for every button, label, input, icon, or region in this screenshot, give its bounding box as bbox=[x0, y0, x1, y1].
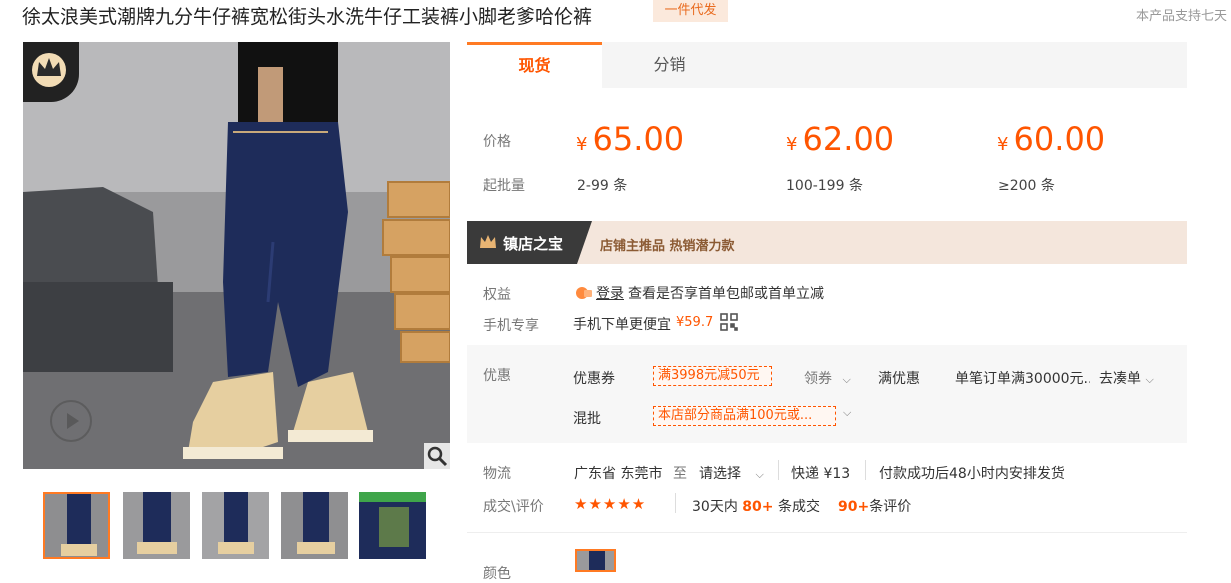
shop-treasure-title: 镇店之宝 bbox=[503, 235, 564, 253]
get-coupon-button[interactable]: 领券 ⌵ bbox=[804, 368, 851, 388]
color-label: 颜色 bbox=[483, 566, 511, 582]
coupon-label: 优惠券 bbox=[573, 371, 615, 387]
thumbnail-3[interactable] bbox=[202, 492, 269, 559]
destination-select[interactable]: 请选择 ⌵ bbox=[699, 463, 764, 483]
price-tier-1: ¥ 65.00 bbox=[576, 120, 684, 158]
deal-number: 80+ bbox=[742, 499, 774, 515]
product-title: 徐太浪美式潮牌九分牛仔裤宽松街头水洗牛仔工装裤小脚老爹哈伦裤 bbox=[22, 6, 593, 28]
color-option-swatch[interactable] bbox=[575, 549, 616, 572]
mixed-batch-tag[interactable]: 本店部分商品满100元或... bbox=[653, 406, 836, 426]
to-label: 至 bbox=[673, 466, 687, 482]
deal-period: 30天内 bbox=[692, 499, 738, 515]
shipping-note: 付款成功后48小时内安排发货 bbox=[879, 466, 1065, 482]
thumbnail-2[interactable] bbox=[123, 492, 190, 559]
deals-label: 成交\评价 bbox=[483, 499, 544, 515]
thumbnail-5[interactable] bbox=[359, 492, 426, 559]
video-play-icon[interactable] bbox=[50, 400, 92, 442]
thumbnail-1[interactable] bbox=[43, 492, 110, 559]
go-bundle-label: 去凑单 bbox=[1099, 371, 1141, 387]
brand-crown-badge bbox=[23, 42, 79, 102]
destination-select-label: 请选择 bbox=[699, 466, 741, 482]
price-tier-3: ¥ 60.00 bbox=[997, 120, 1105, 158]
origin-location: 广东省 东莞市 bbox=[574, 466, 663, 482]
qrcode-icon[interactable] bbox=[720, 313, 738, 335]
benefits-text: 查看是否享首单包邮或首单立减 bbox=[628, 286, 824, 302]
mixed-batch-label: 混批 bbox=[573, 411, 601, 427]
price-label: 价格 bbox=[483, 134, 511, 150]
review-unit: 条评价 bbox=[869, 499, 912, 515]
support-note: 本产品支持七天 bbox=[1136, 9, 1228, 24]
tab-distribution[interactable]: 分销 bbox=[602, 42, 737, 88]
price-tier-2: ¥ 62.00 bbox=[786, 120, 894, 158]
thumbnail-4[interactable] bbox=[281, 492, 348, 559]
full-discount-label: 满优惠 bbox=[878, 371, 920, 387]
login-link[interactable]: 登录 bbox=[596, 283, 624, 303]
discount-label: 优惠 bbox=[483, 368, 511, 384]
benefits-label: 权益 bbox=[483, 287, 511, 303]
section-divider bbox=[467, 532, 1187, 533]
chevron-down-icon[interactable]: ⌵ bbox=[843, 406, 851, 420]
discount-section bbox=[467, 345, 1187, 443]
express-fee: 快递 ¥13 bbox=[791, 466, 851, 482]
moq-range-1: 2-99 条 bbox=[577, 178, 628, 194]
divider bbox=[778, 460, 779, 480]
get-coupon-label: 领券 bbox=[804, 371, 832, 387]
go-bundle-link[interactable]: 去凑单 ⌵ bbox=[1099, 368, 1154, 388]
deal-count: 30天内 80+ 条成交 bbox=[692, 496, 820, 516]
deal-unit: 条成交 bbox=[777, 499, 820, 515]
login-icon bbox=[575, 285, 593, 305]
currency-symbol: ¥ bbox=[576, 134, 588, 155]
mobile-exclusive-text: 手机下单更便宜 bbox=[573, 317, 671, 333]
divider bbox=[675, 493, 676, 513]
review-number: 90+ bbox=[838, 499, 870, 515]
zoom-icon[interactable] bbox=[424, 443, 450, 469]
crown-icon bbox=[478, 233, 498, 255]
moq-range-3: ≥200 条 bbox=[998, 178, 1055, 194]
moq-label: 起批量 bbox=[483, 178, 525, 194]
rating-stars: ★★★★★ bbox=[574, 495, 647, 513]
price-value: 62.00 bbox=[802, 120, 895, 158]
chevron-down-icon: ⌵ bbox=[842, 373, 851, 386]
chevron-down-icon: ⌵ bbox=[1145, 373, 1154, 386]
chevron-down-icon: ⌵ bbox=[755, 468, 764, 481]
currency-symbol: ¥ bbox=[997, 134, 1009, 155]
tab-in-stock[interactable]: 现货 bbox=[467, 42, 602, 88]
price-value: 65.00 bbox=[592, 120, 685, 158]
review-count[interactable]: 90+条评价 bbox=[838, 496, 911, 516]
dropship-badge: 一件代发 bbox=[653, 0, 728, 22]
mobile-price: ¥59.7 bbox=[676, 315, 714, 330]
moq-range-2: 100-199 条 bbox=[786, 178, 863, 194]
currency-symbol: ¥ bbox=[786, 134, 798, 155]
logistics-label: 物流 bbox=[483, 466, 511, 482]
price-value: 60.00 bbox=[1013, 120, 1106, 158]
coupon-tag[interactable]: 满3998元减50元 bbox=[653, 366, 772, 386]
full-discount-text: 单笔订单满30000元... bbox=[955, 371, 1090, 387]
mobile-exclusive-label: 手机专享 bbox=[483, 318, 539, 334]
divider bbox=[865, 460, 866, 480]
shop-treasure-desc: 店铺主推品 热销潜力款 bbox=[600, 239, 735, 254]
